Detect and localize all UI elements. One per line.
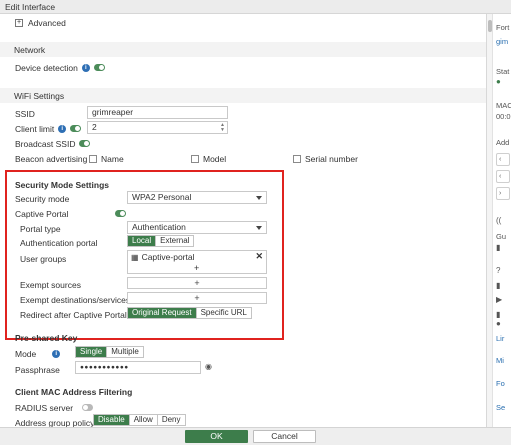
- cancel-button[interactable]: Cancel: [253, 430, 316, 443]
- psk-section-header: Pre-shared Key: [15, 332, 78, 343]
- device-detection-row: Device detection i: [15, 61, 105, 74]
- window-title: Edit Interface: [0, 0, 511, 14]
- policy-allow-option[interactable]: Allow: [129, 415, 158, 425]
- psk-mode-row: Mode i: [15, 347, 61, 360]
- ssid-input[interactable]: grimreaper: [87, 106, 228, 119]
- rp-text: Stat: [496, 67, 510, 76]
- rp-button[interactable]: ‹: [496, 170, 510, 183]
- right-info-panel: Fort gim Stat ● MAC 00:0 Add ‹ ‹ › (( Gu…: [494, 14, 511, 445]
- advanced-expander[interactable]: + Advanced: [15, 16, 66, 29]
- book-icon: ▮: [496, 310, 501, 319]
- rp-text: Fort: [496, 23, 510, 32]
- beacon-label: Beacon advertising: [15, 153, 88, 164]
- passphrase-input[interactable]: ●●●●●●●●●●●: [75, 361, 201, 374]
- client-limit-input[interactable]: 2 ▲ ▼: [87, 121, 228, 134]
- rp-button[interactable]: ›: [496, 187, 510, 200]
- ssid-label: SSID: [15, 108, 35, 119]
- expand-plus-icon: +: [15, 18, 23, 27]
- advanced-label: Advanced: [28, 17, 66, 28]
- dialog-footer: OK Cancel: [0, 427, 511, 445]
- psk-multiple-option[interactable]: Multiple: [107, 347, 143, 357]
- beacon-name-option[interactable]: Name: [89, 152, 124, 165]
- wifi-icon: ((: [496, 216, 502, 225]
- info-icon[interactable]: i: [52, 349, 61, 358]
- broadcast-ssid-toggle[interactable]: [79, 140, 91, 147]
- scrollbar[interactable]: [487, 14, 493, 427]
- rp-text: MAC: [496, 101, 511, 110]
- rp-link[interactable]: Se: [496, 403, 505, 412]
- chat-icon: ●: [496, 319, 501, 328]
- rp-link[interactable]: Lir: [496, 334, 504, 343]
- checkbox-icon[interactable]: [191, 154, 199, 163]
- spinner-arrows-icon[interactable]: ▲ ▼: [220, 123, 225, 133]
- client-limit-row: Client limit i: [15, 122, 82, 135]
- help-icon[interactable]: ?: [496, 266, 500, 275]
- beacon-serial-option[interactable]: Serial number: [293, 152, 358, 165]
- edit-interface-form: + Advanced Network Device detection i Wi…: [0, 14, 487, 427]
- rp-text: Add: [496, 138, 510, 147]
- psk-mode-switch: Single Multiple: [75, 346, 144, 358]
- rp-link[interactable]: Mi: [496, 356, 504, 365]
- broadcast-ssid-row: Broadcast SSID: [15, 137, 91, 150]
- client-limit-label: Client limit: [15, 123, 55, 134]
- psk-single-option[interactable]: Single: [76, 347, 108, 357]
- device-detection-label: Device detection: [15, 62, 78, 73]
- scrollbar-thumb[interactable]: [488, 20, 492, 32]
- radius-row: RADIUS server: [15, 401, 73, 414]
- passphrase-label: Passphrase: [15, 364, 60, 375]
- group-policy-label: Address group policy: [15, 417, 95, 428]
- rp-button[interactable]: ‹: [496, 153, 510, 166]
- beacon-serial-label: Serial number: [305, 153, 358, 164]
- status-up-icon: ●: [496, 77, 501, 86]
- checkbox-icon[interactable]: [89, 154, 97, 163]
- doc-icon: ▮: [496, 281, 501, 290]
- rp-text: Gu: [496, 232, 507, 241]
- beacon-model-option[interactable]: Model: [191, 152, 226, 165]
- network-section-header: Network: [0, 42, 486, 57]
- video-icon: ▶: [496, 295, 503, 304]
- device-detection-toggle[interactable]: [93, 64, 105, 71]
- info-icon[interactable]: i: [81, 63, 90, 72]
- policy-disable-option[interactable]: Disable: [94, 415, 130, 425]
- beacon-model-label: Model: [203, 153, 227, 164]
- client-limit-toggle[interactable]: [70, 125, 82, 132]
- group-policy-switch: Disable Allow Deny: [93, 414, 186, 426]
- rp-link[interactable]: gim: [496, 37, 508, 46]
- beacon-name-label: Name: [101, 153, 124, 164]
- eye-icon[interactable]: ◉: [205, 362, 212, 371]
- radius-toggle[interactable]: [82, 404, 93, 411]
- highlight-box: [5, 170, 284, 340]
- ok-button[interactable]: OK: [185, 430, 248, 443]
- book-icon: ▮: [496, 243, 501, 252]
- radius-label: RADIUS server: [15, 402, 74, 413]
- psk-mode-label: Mode: [15, 348, 37, 359]
- info-icon[interactable]: i: [58, 124, 67, 133]
- rp-text: 00:0: [496, 112, 511, 121]
- mac-section-header: Client MAC Address Filtering: [15, 386, 133, 397]
- client-limit-value: 2: [92, 122, 97, 132]
- checkbox-icon[interactable]: [293, 154, 301, 163]
- policy-deny-option[interactable]: Deny: [157, 415, 185, 425]
- broadcast-ssid-label: Broadcast SSID: [15, 138, 76, 149]
- rp-link[interactable]: Fo: [496, 379, 505, 388]
- wifi-section-header: WiFi Settings: [0, 88, 486, 103]
